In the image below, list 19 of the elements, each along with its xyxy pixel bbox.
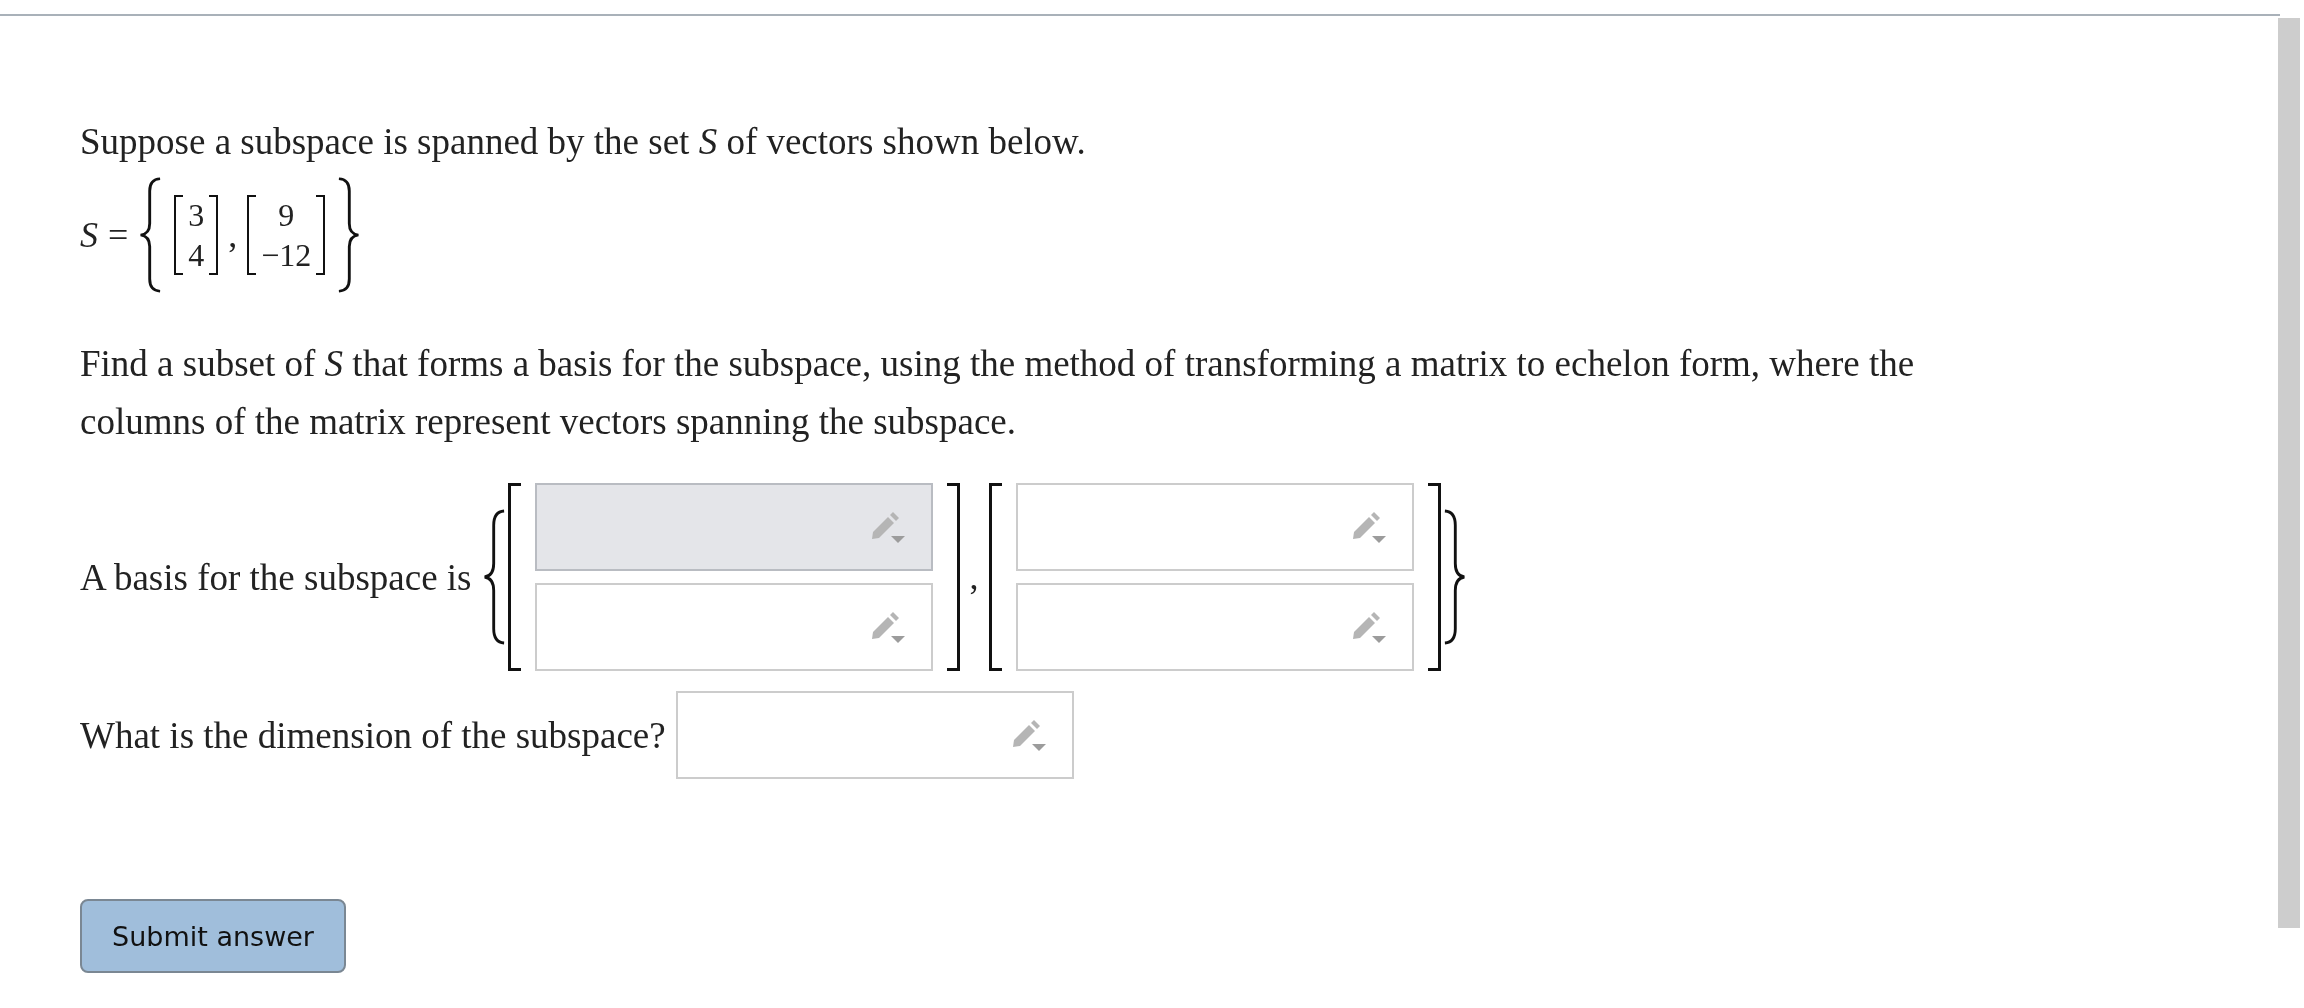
comma: , — [228, 214, 238, 256]
vector-entry: 9 — [278, 196, 295, 235]
basis-label: A basis for the subspace is — [80, 555, 472, 599]
equals-sign: = — [108, 214, 129, 256]
answer-field[interactable] — [534, 583, 933, 671]
answer-field[interactable] — [675, 691, 1074, 779]
set-name: S — [80, 214, 98, 256]
vector-entry: 4 — [188, 236, 205, 275]
dimension-label: What is the dimension of the subspace? — [80, 713, 666, 757]
submit-button[interactable]: Submit answer — [80, 899, 346, 973]
instruction-text: Find a subset of S that forms a basis for the subspace, using the method of transforming a matrix to echelon form, where the columns of the matrix represent vectors spanning the subspace. — [80, 342, 1916, 444]
vector-entry: −12 — [261, 236, 312, 275]
answer-field[interactable] — [534, 483, 933, 571]
question-text: Suppose a subspace is spanned by the set S of vectors shown below. — [80, 120, 1087, 164]
comma: , — [969, 556, 979, 598]
answer-field[interactable] — [1015, 583, 1414, 671]
vector-entry: 3 — [188, 196, 205, 235]
answer-field[interactable] — [1015, 483, 1414, 571]
scrollbar[interactable] — [2278, 18, 2300, 928]
